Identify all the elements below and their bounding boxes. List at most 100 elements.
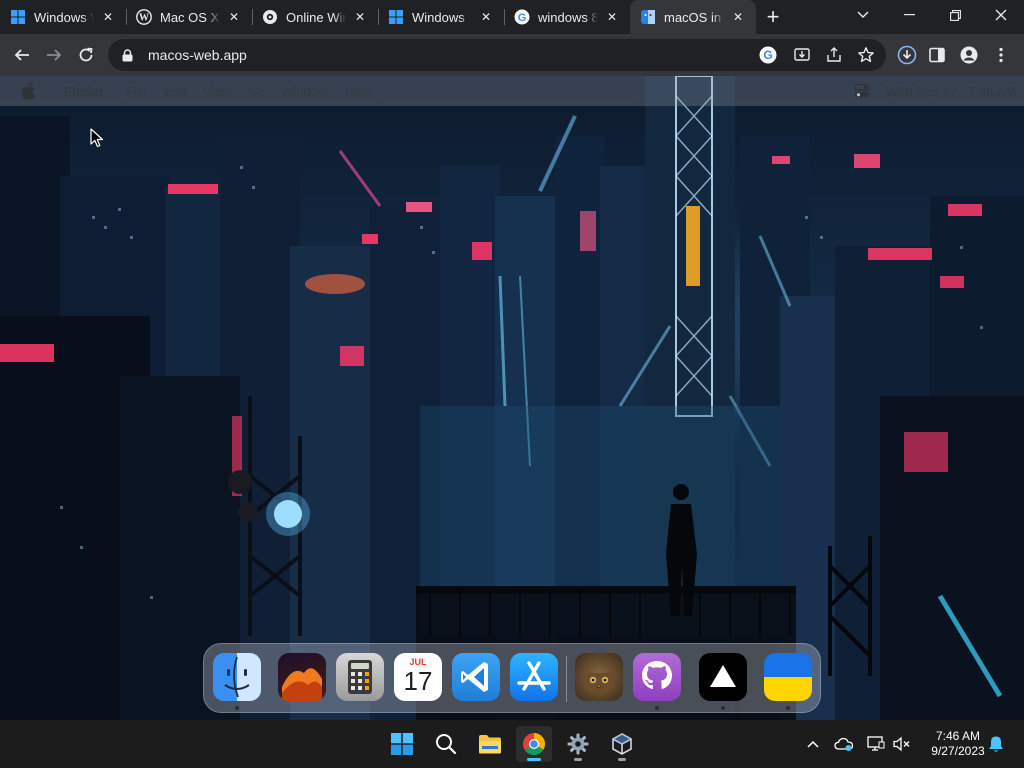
finder-icon (224, 656, 250, 698)
windows-logo-icon (10, 9, 26, 25)
control-center-icon[interactable] (854, 83, 870, 99)
volume-muted-icon[interactable] (892, 734, 912, 754)
profile-avatar-icon[interactable] (953, 39, 985, 71)
menu-file[interactable]: File (126, 84, 147, 99)
close-icon[interactable]: ✕ (352, 9, 368, 25)
search-icon (436, 734, 457, 755)
folder-icon (479, 735, 501, 754)
address-text[interactable]: macos-web.app (148, 47, 247, 63)
dock-calendar[interactable]: JUL 17 (394, 653, 442, 701)
tab-3[interactable]: Windows ✕ (378, 0, 504, 34)
dock-ukraine[interactable] (764, 653, 812, 701)
notification-bell-icon[interactable] (986, 734, 1006, 754)
wallpapers-icon (282, 668, 322, 701)
vercel-triangle-icon (710, 665, 736, 687)
network-monitor-icon[interactable] (866, 734, 886, 754)
minimize-button[interactable] (886, 0, 932, 30)
menu-edit[interactable]: Edit (164, 84, 186, 99)
dock-wallpapers[interactable] (278, 653, 326, 701)
apple-logo-icon[interactable] (20, 82, 36, 100)
file-explorer-button[interactable] (472, 726, 508, 762)
running-indicator (721, 706, 725, 710)
close-window-button[interactable] (978, 0, 1024, 30)
settings-button[interactable] (560, 726, 596, 762)
tab-title: Online Windows (286, 9, 346, 25)
google-icon: G (514, 9, 530, 25)
google-lens-icon[interactable]: G (758, 45, 778, 65)
macos-desktop[interactable]: Finder File Edit View Go Window Help Wed… (0, 76, 1024, 720)
tab-title: Mac OS X Web (160, 9, 220, 25)
dock-finder[interactable] (213, 653, 261, 701)
more-menu-icon[interactable] (985, 39, 1017, 71)
tab-2[interactable]: Online Windows ✕ (252, 0, 378, 34)
close-icon[interactable]: ✕ (478, 9, 494, 25)
calendar-day: 17 (403, 666, 433, 696)
close-icon[interactable]: ✕ (604, 9, 620, 25)
dock-separator (566, 656, 567, 702)
forward-button[interactable] (38, 39, 70, 71)
bookmark-star-icon[interactable] (856, 45, 876, 65)
tab-5-active[interactable]: macOS in the browser ✕ (630, 0, 756, 34)
dock-vscode[interactable] (452, 653, 500, 701)
menu-window[interactable]: Window (281, 84, 327, 99)
menu-go[interactable]: Go (248, 84, 265, 99)
share-icon[interactable] (824, 45, 844, 65)
screen: Windows Virtual Machine ✕ W Mac OS X Web… (0, 0, 1024, 768)
app-store-icon (517, 661, 551, 691)
menu-app-name[interactable]: Finder (64, 84, 104, 99)
reload-button[interactable] (70, 39, 102, 71)
onedrive-cloud-icon[interactable] (834, 734, 854, 754)
dock-vercel[interactable] (699, 653, 747, 701)
install-app-icon[interactable] (792, 45, 812, 65)
running-indicator (655, 706, 659, 710)
svg-text:G: G (518, 12, 527, 24)
tab-4[interactable]: G windows 8 online ✕ (504, 0, 630, 34)
running-indicator (235, 706, 239, 710)
virtualbox-cube-icon (612, 733, 632, 755)
new-tab-button[interactable]: + (756, 0, 790, 34)
tab-search-icon[interactable] (840, 0, 886, 30)
dock-github[interactable] (633, 653, 681, 701)
tab-title: Windows (412, 9, 465, 25)
github-icon (642, 661, 672, 689)
vscode-icon (461, 662, 488, 692)
start-button[interactable] (384, 726, 420, 762)
windows-start-icon (391, 733, 413, 755)
tab-title: Windows Virtual Machine (34, 9, 94, 25)
close-icon[interactable]: ✕ (730, 9, 746, 25)
macos-finder-icon (640, 9, 656, 25)
close-icon[interactable]: ✕ (100, 9, 116, 25)
lock-icon[interactable] (120, 48, 134, 62)
macos-dock: JUL 17 (203, 643, 821, 713)
close-icon[interactable]: ✕ (226, 9, 242, 25)
side-panel-icon[interactable] (921, 39, 953, 71)
windows-logo-icon (388, 9, 404, 25)
dock-calculator[interactable] (336, 653, 384, 701)
back-button[interactable] (6, 39, 38, 71)
macos-menubar: Finder File Edit View Go Window Help Wed… (0, 76, 1024, 106)
search-button[interactable] (428, 726, 464, 762)
menubar-clock[interactable]: Wed Sep 27 7:46 AM (886, 84, 1016, 99)
restore-button[interactable] (932, 0, 978, 30)
chrome-button[interactable] (516, 726, 552, 762)
running-indicator (786, 706, 790, 710)
mouse-cursor-icon (90, 128, 104, 148)
gear-icon (567, 733, 589, 755)
dock-app-store[interactable] (510, 653, 558, 701)
wordpress-icon: W (136, 9, 152, 25)
download-icon[interactable] (891, 39, 923, 71)
chrome-icon (523, 733, 545, 755)
menu-help[interactable]: Help (345, 84, 372, 99)
tab-0[interactable]: Windows Virtual Machine ✕ (0, 0, 126, 34)
show-hidden-icons-chevron-up-icon[interactable] (803, 734, 823, 754)
wallpaper (0, 76, 1024, 720)
dock-purrfect[interactable] (575, 653, 623, 701)
browser-toolbar: macos-web.app G (0, 34, 1024, 76)
calculator-icon (348, 660, 372, 694)
tab-1[interactable]: W Mac OS X Web ✕ (126, 0, 252, 34)
virtualbox-button[interactable] (604, 726, 640, 762)
svg-text:G: G (763, 48, 772, 62)
menu-view[interactable]: View (203, 84, 231, 99)
address-bar[interactable]: macos-web.app G (108, 39, 886, 71)
tab-title: windows 8 online (538, 9, 598, 25)
